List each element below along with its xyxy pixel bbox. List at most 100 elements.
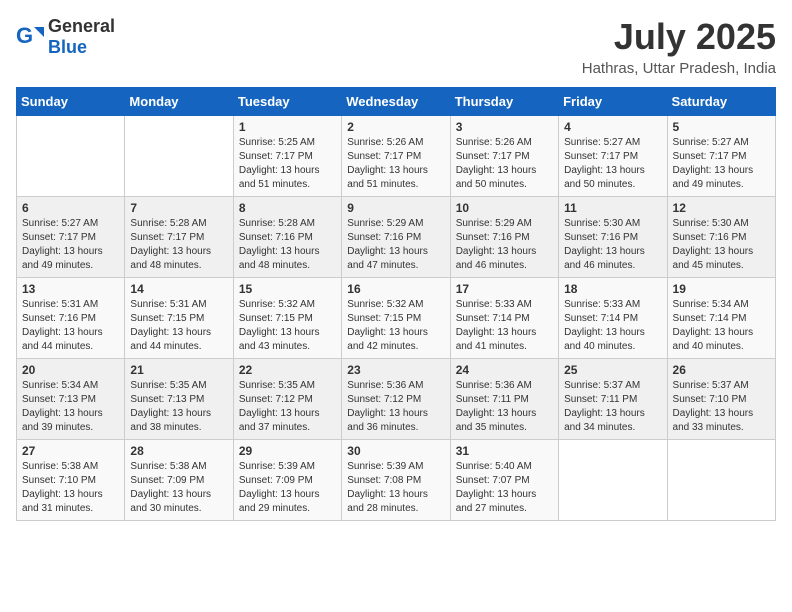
calendar-cell: 11 Sunrise: 5:30 AM Sunset: 7:16 PM Dayli… <box>559 197 667 278</box>
day-number: 19 <box>673 282 770 296</box>
day-info: Sunrise: 5:31 AM Sunset: 7:16 PM Dayligh… <box>22 298 119 354</box>
day-number: 22 <box>239 363 336 377</box>
location-title: Hathras, Uttar Pradesh, India <box>582 60 776 77</box>
calendar-cell: 2 Sunrise: 5:26 AM Sunset: 7:17 PM Daylig… <box>342 116 450 197</box>
day-info: Sunrise: 5:25 AM Sunset: 7:17 PM Dayligh… <box>239 136 336 192</box>
day-number: 4 <box>564 120 661 134</box>
calendar-cell: 30Sunrise: 5:39 AM Sunset: 7:08 PM Dayli… <box>342 440 450 521</box>
calendar-cell: 1 Sunrise: 5:25 AM Sunset: 7:17 PM Daylig… <box>233 116 341 197</box>
calendar-cell: 7 Sunrise: 5:28 AM Sunset: 7:17 PM Daylig… <box>125 197 233 278</box>
day-info: Sunrise: 5:33 AM Sunset: 7:14 PM Dayligh… <box>564 298 661 354</box>
calendar-cell: 22 Sunrise: 5:35 AM Sunset: 7:12 PM Dayli… <box>233 359 341 440</box>
calendar-cell: 16Sunrise: 5:32 AM Sunset: 7:15 PM Dayli… <box>342 278 450 359</box>
calendar-cell: 23 Sunrise: 5:36 AM Sunset: 7:12 PM Dayli… <box>342 359 450 440</box>
calendar-cell: 15 Sunrise: 5:32 AM Sunset: 7:15 PM Dayli… <box>233 278 341 359</box>
calendar-week-row: 6 Sunrise: 5:27 AM Sunset: 7:17 PM Daylig… <box>17 197 776 278</box>
calendar-cell: 17 Sunrise: 5:33 AM Sunset: 7:14 PM Dayli… <box>450 278 558 359</box>
day-info: Sunrise: 5:36 AM Sunset: 7:12 PM Dayligh… <box>347 379 444 435</box>
day-number: 1 <box>239 120 336 134</box>
day-info: Sunrise: 5:27 AM Sunset: 7:17 PM Dayligh… <box>673 136 770 192</box>
calendar-cell: 26Sunrise: 5:37 AM Sunset: 7:10 PM Dayli… <box>667 359 775 440</box>
logo: G General Blue <box>16 16 115 58</box>
day-number: 15 <box>239 282 336 296</box>
day-number: 30 <box>347 444 444 458</box>
calendar-cell: 24 Sunrise: 5:36 AM Sunset: 7:11 PM Dayli… <box>450 359 558 440</box>
calendar-cell: 25Sunrise: 5:37 AM Sunset: 7:11 PM Dayli… <box>559 359 667 440</box>
day-info: Sunrise: 5:30 AM Sunset: 7:16 PM Dayligh… <box>564 217 661 273</box>
day-number: 25 <box>564 363 661 377</box>
day-number: 6 <box>22 201 119 215</box>
day-info: Sunrise: 5:39 AM Sunset: 7:09 PM Dayligh… <box>239 460 336 516</box>
day-number: 29 <box>239 444 336 458</box>
day-number: 13 <box>22 282 119 296</box>
calendar-cell: 3 Sunrise: 5:26 AM Sunset: 7:17 PM Daylig… <box>450 116 558 197</box>
calendar-week-row: 13 Sunrise: 5:31 AM Sunset: 7:16 PM Dayli… <box>17 278 776 359</box>
calendar-cell: 12 Sunrise: 5:30 AM Sunset: 7:16 PM Dayli… <box>667 197 775 278</box>
day-info: Sunrise: 5:38 AM Sunset: 7:10 PM Dayligh… <box>22 460 119 516</box>
day-info: Sunrise: 5:26 AM Sunset: 7:17 PM Dayligh… <box>347 136 444 192</box>
calendar-cell: 13 Sunrise: 5:31 AM Sunset: 7:16 PM Dayli… <box>17 278 125 359</box>
day-info: Sunrise: 5:32 AM Sunset: 7:15 PM Dayligh… <box>347 298 444 354</box>
day-info: Sunrise: 5:27 AM Sunset: 7:17 PM Dayligh… <box>22 217 119 273</box>
day-number: 23 <box>347 363 444 377</box>
day-info: Sunrise: 5:26 AM Sunset: 7:17 PM Dayligh… <box>456 136 553 192</box>
day-of-week-header: Sunday <box>17 88 125 116</box>
calendar-cell: 5 Sunrise: 5:27 AM Sunset: 7:17 PM Daylig… <box>667 116 775 197</box>
day-info: Sunrise: 5:30 AM Sunset: 7:16 PM Dayligh… <box>673 217 770 273</box>
day-of-week-header: Wednesday <box>342 88 450 116</box>
day-number: 14 <box>130 282 227 296</box>
day-info: Sunrise: 5:29 AM Sunset: 7:16 PM Dayligh… <box>456 217 553 273</box>
day-info: Sunrise: 5:36 AM Sunset: 7:11 PM Dayligh… <box>456 379 553 435</box>
day-info: Sunrise: 5:35 AM Sunset: 7:13 PM Dayligh… <box>130 379 227 435</box>
day-number: 28 <box>130 444 227 458</box>
day-number: 10 <box>456 201 553 215</box>
day-info: Sunrise: 5:37 AM Sunset: 7:10 PM Dayligh… <box>673 379 770 435</box>
calendar-cell <box>125 116 233 197</box>
day-info: Sunrise: 5:28 AM Sunset: 7:16 PM Dayligh… <box>239 217 336 273</box>
calendar-cell <box>559 440 667 521</box>
day-number: 20 <box>22 363 119 377</box>
day-number: 12 <box>673 201 770 215</box>
day-info: Sunrise: 5:38 AM Sunset: 7:09 PM Dayligh… <box>130 460 227 516</box>
day-info: Sunrise: 5:34 AM Sunset: 7:14 PM Dayligh… <box>673 298 770 354</box>
calendar-week-row: 27Sunrise: 5:38 AM Sunset: 7:10 PM Dayli… <box>17 440 776 521</box>
calendar-cell: 4Sunrise: 5:27 AM Sunset: 7:17 PM Daylig… <box>559 116 667 197</box>
day-info: Sunrise: 5:33 AM Sunset: 7:14 PM Dayligh… <box>456 298 553 354</box>
days-of-week-row: SundayMondayTuesdayWednesdayThursdayFrid… <box>17 88 776 116</box>
calendar-cell: 8 Sunrise: 5:28 AM Sunset: 7:16 PM Daylig… <box>233 197 341 278</box>
day-of-week-header: Thursday <box>450 88 558 116</box>
calendar-cell: 27Sunrise: 5:38 AM Sunset: 7:10 PM Dayli… <box>17 440 125 521</box>
calendar-cell: 14 Sunrise: 5:31 AM Sunset: 7:15 PM Dayli… <box>125 278 233 359</box>
day-number: 17 <box>456 282 553 296</box>
calendar-cell: 10 Sunrise: 5:29 AM Sunset: 7:16 PM Dayli… <box>450 197 558 278</box>
day-number: 2 <box>347 120 444 134</box>
month-title: July 2025 <box>582 16 776 58</box>
calendar-week-row: 20 Sunrise: 5:34 AM Sunset: 7:13 PM Dayli… <box>17 359 776 440</box>
day-of-week-header: Monday <box>125 88 233 116</box>
logo-text-general: General <box>48 16 115 36</box>
page-header: G General Blue July 2025 Hathras, Uttar … <box>16 16 776 77</box>
day-info: Sunrise: 5:31 AM Sunset: 7:15 PM Dayligh… <box>130 298 227 354</box>
day-of-week-header: Friday <box>559 88 667 116</box>
day-number: 11 <box>564 201 661 215</box>
title-area: July 2025 Hathras, Uttar Pradesh, India <box>582 16 776 77</box>
day-number: 21 <box>130 363 227 377</box>
calendar-header: SundayMondayTuesdayWednesdayThursdayFrid… <box>17 88 776 116</box>
calendar-body: 1 Sunrise: 5:25 AM Sunset: 7:17 PM Daylig… <box>17 116 776 521</box>
logo-icon: G <box>16 23 44 51</box>
day-number: 5 <box>673 120 770 134</box>
calendar-week-row: 1 Sunrise: 5:25 AM Sunset: 7:17 PM Daylig… <box>17 116 776 197</box>
day-number: 7 <box>130 201 227 215</box>
day-info: Sunrise: 5:28 AM Sunset: 7:17 PM Dayligh… <box>130 217 227 273</box>
day-number: 24 <box>456 363 553 377</box>
calendar-cell: 19 Sunrise: 5:34 AM Sunset: 7:14 PM Dayli… <box>667 278 775 359</box>
calendar-cell: 31 Sunrise: 5:40 AM Sunset: 7:07 PM Dayli… <box>450 440 558 521</box>
day-number: 31 <box>456 444 553 458</box>
day-number: 8 <box>239 201 336 215</box>
day-info: Sunrise: 5:32 AM Sunset: 7:15 PM Dayligh… <box>239 298 336 354</box>
day-info: Sunrise: 5:34 AM Sunset: 7:13 PM Dayligh… <box>22 379 119 435</box>
day-number: 3 <box>456 120 553 134</box>
day-info: Sunrise: 5:29 AM Sunset: 7:16 PM Dayligh… <box>347 217 444 273</box>
day-info: Sunrise: 5:40 AM Sunset: 7:07 PM Dayligh… <box>456 460 553 516</box>
day-info: Sunrise: 5:35 AM Sunset: 7:12 PM Dayligh… <box>239 379 336 435</box>
